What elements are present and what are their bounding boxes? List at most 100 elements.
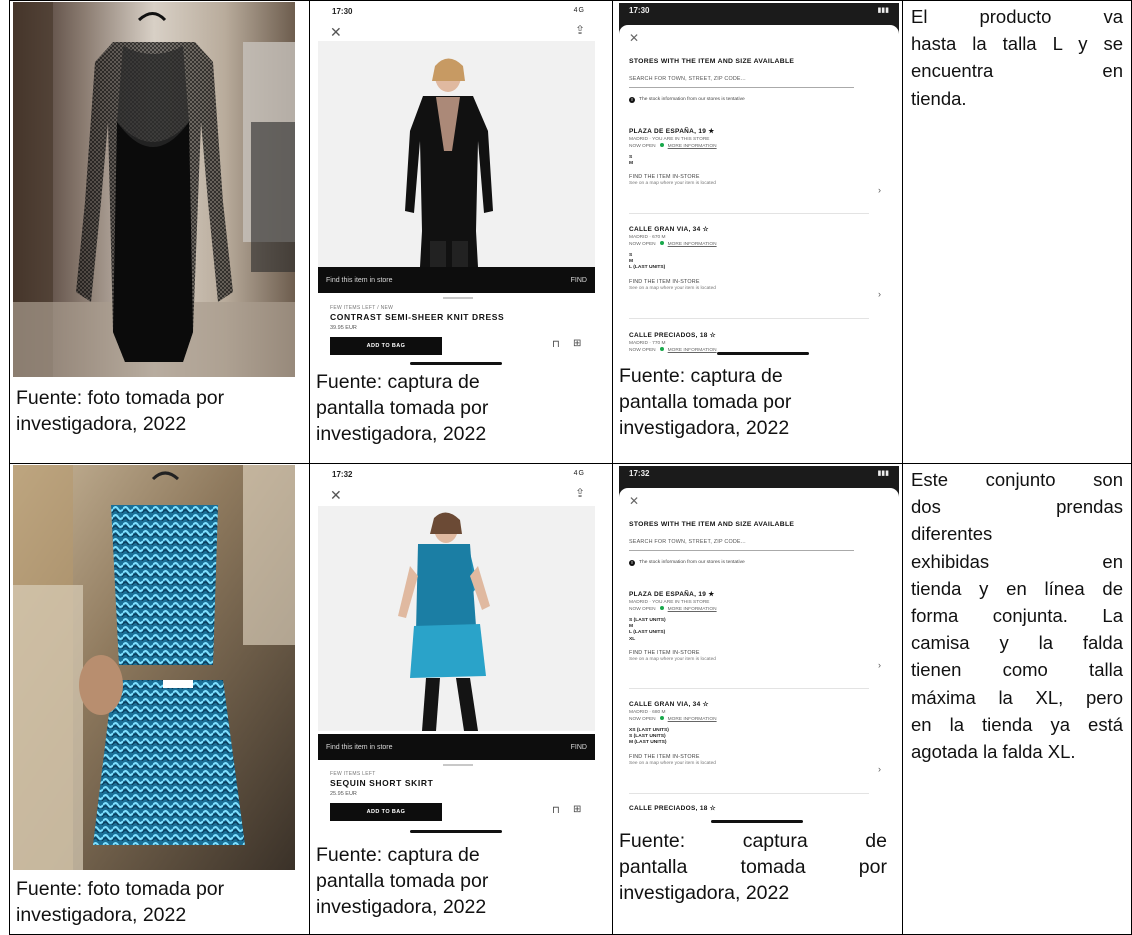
store-stock-icon[interactable]: ⊞ — [573, 804, 581, 815]
divider — [629, 688, 869, 689]
stores-heading: STORES WITH THE ITEM AND SIZE AVAILABLE — [629, 58, 795, 65]
status-signal: 4G — [573, 470, 585, 477]
more-information-link[interactable]: MORE INFORMATION — [668, 348, 717, 353]
store-location: MADRID · YOU ARE IN THIS STORE — [629, 600, 710, 605]
model-image — [318, 41, 595, 267]
status-time: 17:30 — [332, 7, 353, 16]
size-available: L (LAST UNITS) — [629, 265, 666, 271]
store-item-plaza-espana[interactable]: PLAZA DE ESPAÑA, 19 ★ MADRID · YOU ARE I… — [629, 127, 881, 195]
favorite-star-icon[interactable]: ★ — [708, 591, 714, 598]
add-to-bag-button[interactable]: ADD TO BAG — [330, 337, 442, 355]
photo-cell: Fuente: foto tomada por investigadora, 2… — [9, 0, 310, 464]
info-icon: ! — [629, 97, 635, 103]
screenshot-caption: Fuente: captura de pantalla tomada por i… — [316, 842, 488, 920]
find-item-in-store-link[interactable]: FIND THE ITEM IN-STORE — [629, 174, 869, 180]
close-icon[interactable]: ✕ — [629, 31, 639, 45]
size-available: XL — [629, 636, 636, 642]
share-icon[interactable]: ⇪ — [575, 23, 585, 37]
stock-info-note: ! The stock information from our stores i… — [629, 560, 745, 566]
product-meta: FEW ITEMS LEFT — [330, 771, 376, 777]
store-name: PLAZA DE ESPAÑA, 19 — [629, 128, 707, 135]
store-item-gran-via[interactable]: CALLE GRAN VIA, 34 ☆ MADRID · 670 M NOW … — [629, 225, 881, 299]
sheet-handle[interactable] — [443, 297, 473, 299]
open-status: NOW OPEN — [629, 607, 656, 612]
store-availability-screen: 17:30 ▮▮▮ ✕ STORES WITH THE ITEM AND SIZ… — [619, 3, 899, 358]
chevron-right-icon[interactable]: › — [878, 289, 881, 299]
store-item-preciados[interactable]: CALLE PRECIADOS, 18 ☆ MADRID · 770 M NOW… — [629, 331, 869, 353]
chevron-right-icon[interactable]: › — [878, 764, 881, 774]
chevron-right-icon[interactable]: › — [878, 660, 881, 670]
more-information-link[interactable]: MORE INFORMATION — [668, 607, 717, 612]
store-search-input[interactable]: SEARCH FOR TOWN, STREET, ZIP CODE... — [629, 539, 746, 545]
status-time: 17:30 — [629, 6, 650, 15]
close-icon[interactable]: ✕ — [629, 494, 639, 508]
status-time: 17:32 — [629, 469, 650, 478]
store-stock-icon[interactable]: ⊞ — [573, 338, 581, 349]
close-icon[interactable]: ✕ — [330, 25, 342, 39]
find-in-store-bar[interactable]: Find this item in store FIND — [318, 267, 595, 293]
caption-line: investigadora, 2022 — [619, 417, 790, 439]
find-item-in-store-link[interactable]: FIND THE ITEM IN-STORE — [629, 650, 869, 656]
product-price: 39.95 EUR — [330, 325, 357, 331]
more-information-link[interactable]: MORE INFORMATION — [668, 144, 717, 149]
find-item-subtext: See on a map where your item is located — [629, 656, 716, 662]
sequin-set-photo-image — [13, 465, 295, 870]
home-indicator — [410, 830, 502, 833]
size-available: M — [629, 161, 634, 167]
product-screen: 17:32 4G ✕ ⇪ Find this item in store FIN… — [318, 466, 595, 836]
caption-line: Fuente: captura de — [316, 371, 480, 393]
divider — [629, 793, 869, 794]
store-screenshot-cell: 17:32 ▮▮▮ ✕ STORES WITH THE ITEM AND SIZ… — [612, 463, 903, 935]
sheet-handle[interactable] — [443, 764, 473, 766]
store-item-preciados[interactable]: CALLE PRECIADOS, 18 ☆ — [629, 804, 869, 812]
screenshot-caption: Fuente: captura de pantalla tomada por i… — [316, 369, 488, 447]
chevron-right-icon[interactable]: › — [878, 185, 881, 195]
favorite-star-icon[interactable]: ★ — [708, 128, 714, 135]
find-button[interactable]: FIND — [571, 277, 587, 284]
share-icon[interactable]: ⇪ — [575, 486, 585, 500]
favorite-star-icon[interactable]: ☆ — [703, 701, 709, 708]
table-row: Fuente: foto tomada por investigadora, 2… — [9, 463, 1132, 935]
photo-caption: Fuente: foto tomada por investigadora, 2… — [16, 385, 224, 437]
find-bar-label: Find this item in store — [326, 276, 393, 284]
favorite-star-icon[interactable]: ☆ — [710, 805, 716, 812]
more-information-link[interactable]: MORE INFORMATION — [668, 242, 717, 247]
store-name: CALLE GRAN VIA, 34 — [629, 701, 701, 708]
caption-line: Fuente: foto tomada por — [16, 878, 225, 900]
bookmark-icon[interactable]: ⊓ — [552, 805, 560, 816]
close-icon[interactable]: ✕ — [330, 488, 342, 502]
store-item-gran-via[interactable]: CALLE GRAN VIA, 34 ☆ MADRID · 680 M NOW … — [629, 700, 881, 774]
find-item-in-store-link[interactable]: FIND THE ITEM IN-STORE — [629, 754, 869, 760]
find-button[interactable]: FIND — [571, 744, 587, 751]
photo-caption: Fuente: foto tomada por investigadora, 2… — [16, 876, 224, 928]
caption-line: investigadora, 2022 — [316, 423, 487, 445]
home-indicator — [717, 352, 809, 355]
divider — [629, 213, 869, 214]
favorite-star-icon[interactable]: ☆ — [703, 226, 709, 233]
product-name: SEQUIN SHORT SKIRT — [330, 778, 434, 788]
open-status: NOW OPEN — [629, 348, 656, 353]
product-screenshot-cell: 17:32 4G ✕ ⇪ Find this item in store FIN… — [309, 463, 613, 935]
favorite-star-icon[interactable]: ☆ — [710, 332, 716, 339]
note-line: camisa y la falda — [911, 632, 1123, 654]
open-dot-icon — [659, 606, 664, 610]
find-item-in-store-link[interactable]: FIND THE ITEM IN-STORE — [629, 279, 869, 285]
add-to-bag-button[interactable]: ADD TO BAG — [330, 803, 442, 821]
note-line: tienen como talla — [911, 659, 1123, 681]
store-caption: Fuente: captura de pantalla tomada por i… — [619, 828, 887, 906]
table-row: Fuente: foto tomada por investigadora, 2… — [9, 0, 1132, 464]
find-in-store-bar[interactable]: Find this item in store FIND — [318, 734, 595, 760]
store-screenshot-cell: 17:30 ▮▮▮ ✕ STORES WITH THE ITEM AND SIZ… — [612, 0, 903, 464]
open-dot-icon — [659, 143, 664, 147]
caption-line: Fuente: captura de — [619, 830, 887, 852]
bookmark-icon[interactable]: ⊓ — [552, 339, 560, 350]
more-information-link[interactable]: MORE INFORMATION — [668, 717, 717, 722]
store-availability-screen: 17:32 ▮▮▮ ✕ STORES WITH THE ITEM AND SIZ… — [619, 466, 899, 828]
store-item-plaza-espana[interactable]: PLAZA DE ESPAÑA, 19 ★ MADRID · YOU ARE I… — [629, 590, 881, 670]
caption-line: Fuente: captura de — [316, 844, 480, 866]
store-location: MADRID · 770 M — [629, 341, 666, 346]
size-available: M (LAST UNITS) — [629, 740, 667, 746]
store-search-input[interactable]: SEARCH FOR TOWN, STREET, ZIP CODE... — [629, 76, 746, 82]
stores-sheet: ✕ STORES WITH THE ITEM AND SIZE AVAILABL… — [619, 488, 899, 828]
open-status: NOW OPEN — [629, 717, 656, 722]
